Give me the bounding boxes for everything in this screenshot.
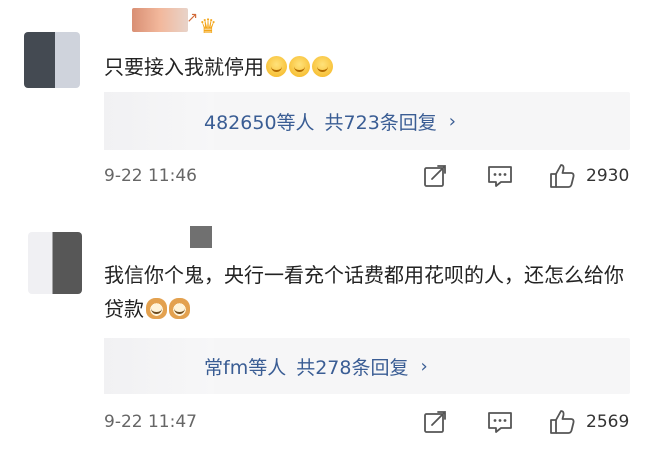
reply-count-link[interactable]: 共723条回复	[325, 108, 437, 135]
smile-emoji-icon	[266, 56, 287, 77]
reply-blurred-area	[104, 92, 214, 150]
like-button[interactable]: 2930	[548, 162, 629, 190]
comment-feed: ↗ ♛ 只要接入我就停用 482650等人 共723条回复 › 9-22 11:…	[0, 0, 650, 452]
reply-names[interactable]: 常fm等人	[204, 353, 286, 380]
comment-item: 我信你个鬼，央行一看充个话费都用花呗的人，还怎么给你贷款 常fm等人 共278条…	[0, 212, 650, 452]
smile-emoji-icon	[289, 56, 310, 77]
chevron-right-icon[interactable]: ›	[449, 111, 456, 132]
reply-summary[interactable]: 常fm等人 共278条回复 ›	[204, 338, 428, 394]
comment-text: 我信你个鬼，央行一看充个话费都用花呗的人，还怎么给你贷款	[104, 258, 626, 326]
share-icon	[424, 165, 446, 187]
like-count: 2930	[586, 166, 630, 186]
reply-blurred-area	[104, 338, 214, 394]
comment-button[interactable]	[486, 408, 514, 436]
thumbs-up-icon	[550, 164, 575, 188]
share-icon	[424, 411, 446, 433]
crown-badge-icon[interactable]: ♛	[196, 14, 220, 38]
reply-summary[interactable]: 482650等人 共723条回复 ›	[204, 92, 456, 150]
share-button[interactable]	[422, 162, 448, 190]
comment-icon	[488, 412, 512, 433]
reply-preview[interactable]: 常fm等人 共278条回复 ›	[104, 338, 630, 394]
reply-count-link[interactable]: 共278条回复	[296, 353, 408, 380]
comment-item: ↗ ♛ 只要接入我就停用 482650等人 共723条回复 › 9-22 11:…	[0, 0, 650, 212]
doge-emoji-icon	[146, 298, 167, 319]
comment-meta: 9-22 11:46 2930	[104, 160, 630, 192]
smile-emoji-icon	[312, 56, 333, 77]
comment-meta: 9-22 11:47 2569	[104, 406, 630, 438]
chevron-right-icon[interactable]: ›	[420, 356, 427, 377]
share-button[interactable]	[422, 408, 448, 436]
avatar[interactable]	[28, 232, 82, 294]
comment-icon	[488, 166, 512, 187]
reply-preview[interactable]: 482650等人 共723条回复 ›	[104, 92, 630, 150]
doge-emoji-icon	[169, 298, 190, 319]
timestamp: 9-22 11:47	[104, 412, 197, 432]
username-redacted[interactable]: ↗	[132, 8, 198, 32]
timestamp: 9-22 11:46	[104, 166, 197, 186]
thumbs-up-icon	[550, 410, 575, 434]
reply-names[interactable]: 482650等人	[204, 108, 315, 135]
comment-body: 只要接入我就停用	[104, 55, 264, 79]
comment-text: 只要接入我就停用	[104, 50, 626, 84]
avatar[interactable]	[24, 32, 80, 88]
username-redacted[interactable]	[190, 226, 212, 248]
like-count: 2569	[586, 412, 630, 432]
like-button[interactable]: 2569	[548, 408, 629, 436]
comment-button[interactable]	[486, 162, 514, 190]
